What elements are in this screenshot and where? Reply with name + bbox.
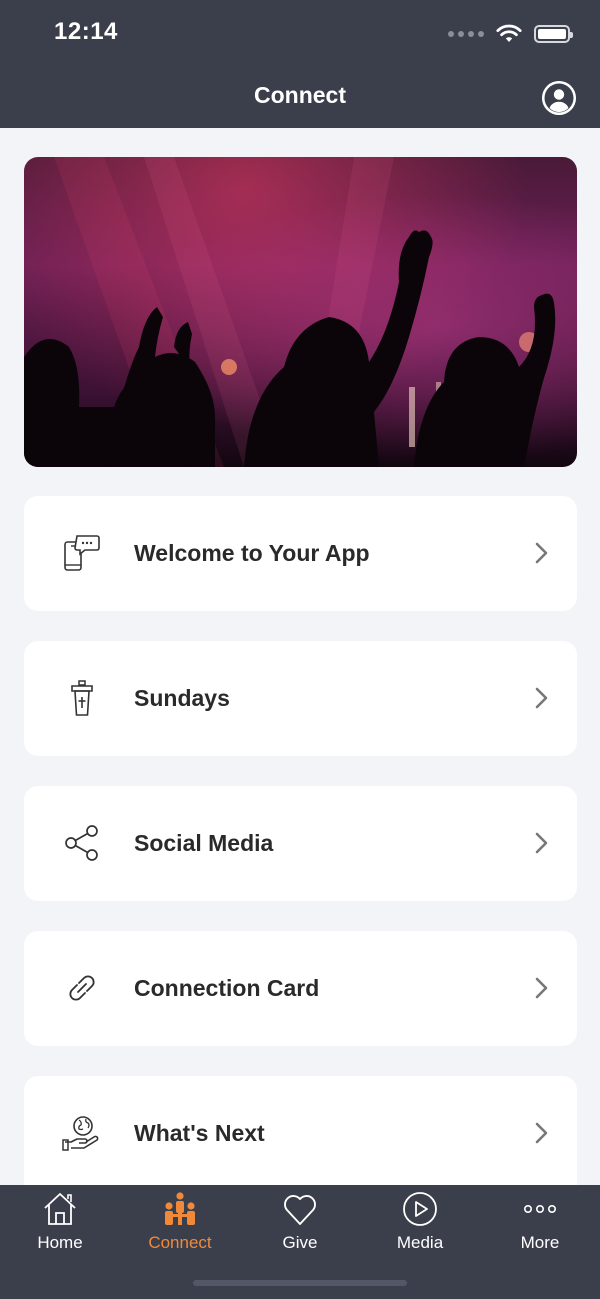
wifi-icon: [496, 24, 522, 42]
chevron-right-icon: [535, 832, 548, 854]
menu-item-sundays[interactable]: Sundays: [24, 641, 577, 756]
profile-button[interactable]: [542, 81, 576, 115]
hero-image: [24, 157, 577, 467]
people-icon: [165, 1192, 195, 1225]
signal-dots-icon: [448, 31, 484, 37]
share-icon: [65, 825, 98, 861]
menu-item-welcome[interactable]: Welcome to Your App: [24, 496, 577, 611]
chevron-right-icon: [535, 977, 548, 999]
chevron-right-icon: [535, 542, 548, 564]
menu-item-label: Connection Card: [134, 975, 320, 1001]
tab-home[interactable]: Home: [0, 1185, 120, 1265]
menu-item-label: Sundays: [134, 685, 230, 711]
chevron-right-icon: [535, 687, 548, 709]
status-icons: [448, 20, 573, 48]
concert-crowd-image: [24, 157, 556, 467]
play-circle-icon: [403, 1192, 437, 1226]
menu-item-connection-card[interactable]: Connection Card: [24, 931, 577, 1046]
tab-give[interactable]: Give: [240, 1185, 360, 1265]
tab-label: Home: [37, 1233, 83, 1252]
tab-label: More: [520, 1233, 560, 1252]
top-bar: 12:14 Connect: [0, 0, 600, 128]
menu-item-whats-next[interactable]: What's Next: [24, 1076, 577, 1185]
battery-icon: [534, 25, 573, 43]
more-dots-icon: [523, 1205, 556, 1214]
link-icon: [69, 975, 95, 1001]
globe-hand-icon: [62, 1116, 99, 1151]
tab-label: Give: [282, 1233, 318, 1252]
page-title: Connect: [254, 82, 346, 108]
menu-item-label: Welcome to Your App: [134, 540, 370, 566]
phone-chat-icon: [64, 535, 100, 571]
tab-connect[interactable]: Connect: [120, 1185, 240, 1265]
tab-more[interactable]: More: [480, 1185, 600, 1265]
menu-item-label: Social Media: [134, 830, 274, 856]
home-indicator[interactable]: [193, 1280, 407, 1286]
tab-label: Media: [396, 1233, 444, 1252]
status-time: 12:14: [54, 18, 118, 45]
chevron-right-icon: [535, 1122, 548, 1144]
tab-label: Connect: [148, 1233, 212, 1252]
heart-icon: [284, 1195, 316, 1225]
menu-item-social-media[interactable]: Social Media: [24, 786, 577, 901]
user-icon: [542, 81, 576, 115]
home-icon: [44, 1193, 76, 1225]
tab-media[interactable]: Media: [360, 1185, 480, 1265]
pulpit-icon: [71, 680, 93, 716]
menu-item-label: What's Next: [134, 1120, 265, 1146]
